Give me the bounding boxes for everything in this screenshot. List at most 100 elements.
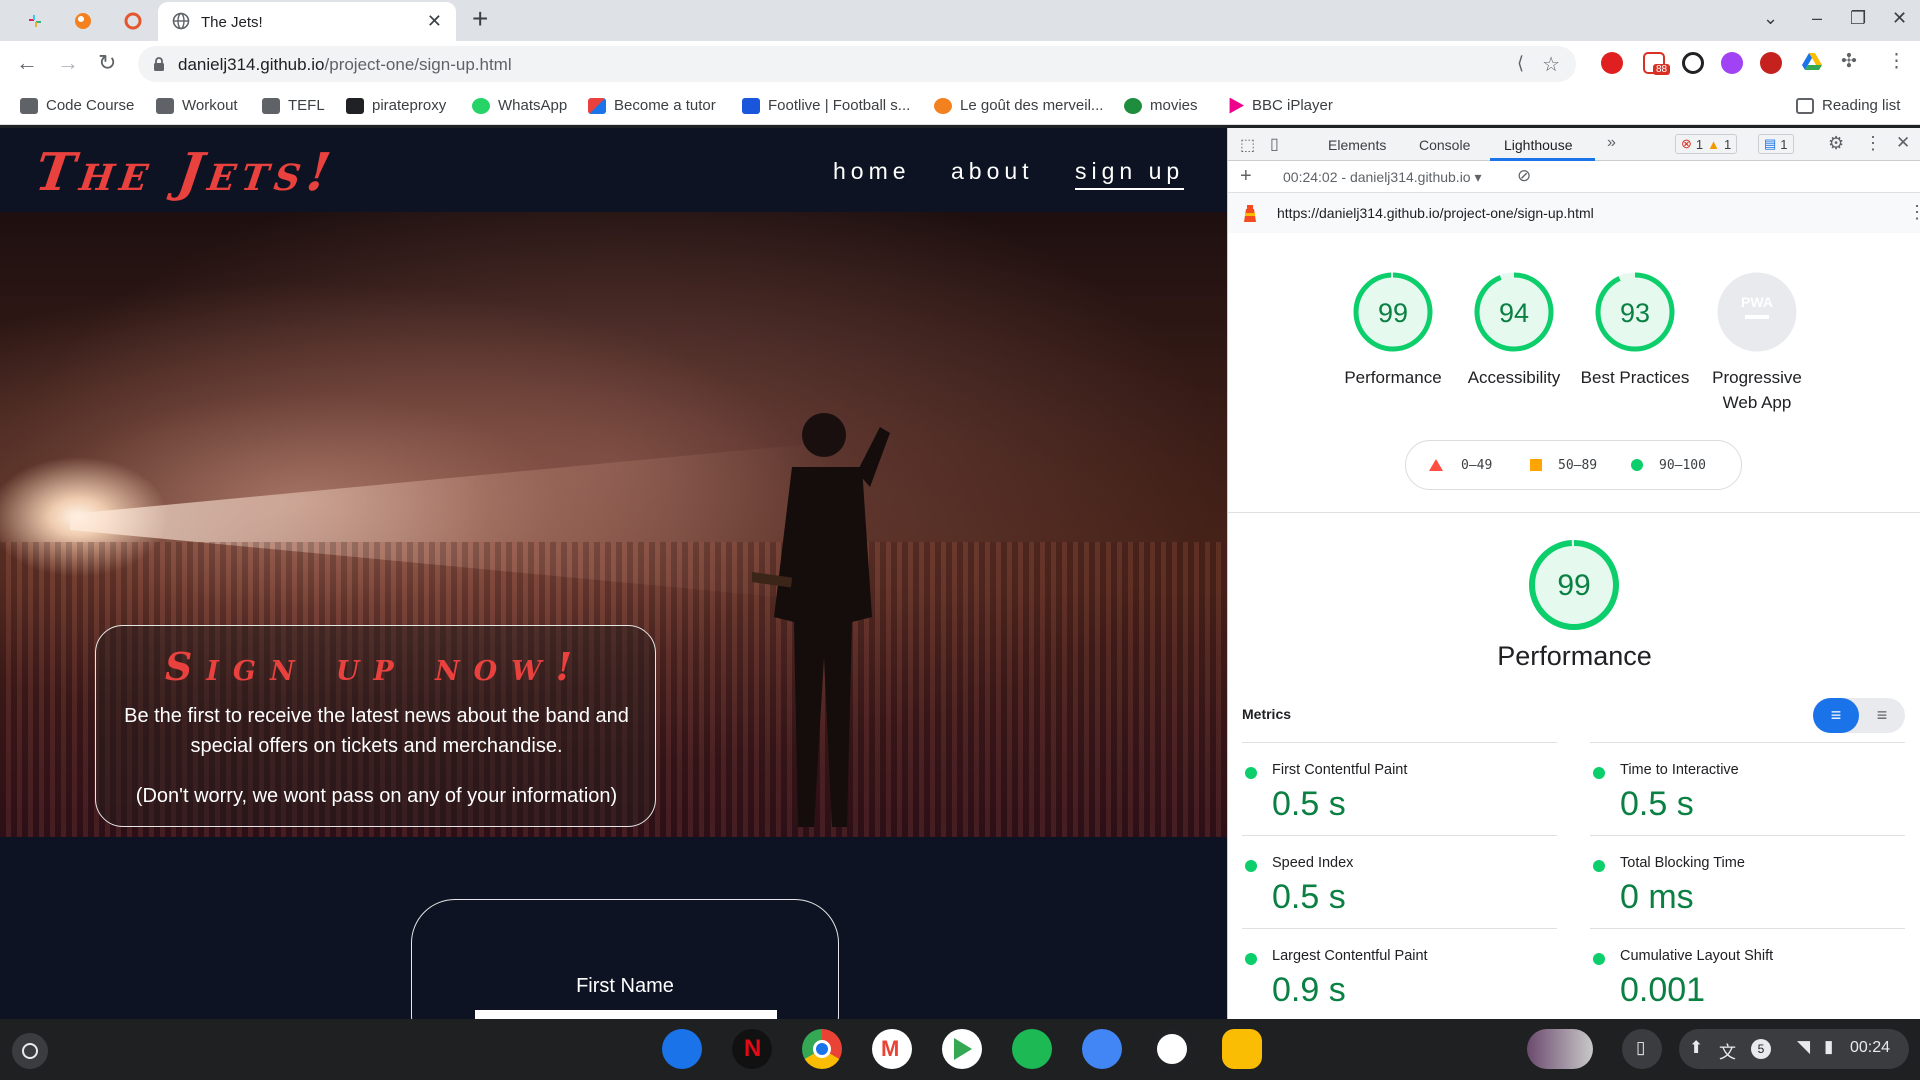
files-app-icon[interactable] <box>662 1029 702 1069</box>
bookmark-tefl[interactable]: TEFL <box>262 97 325 114</box>
language-reactor-icon[interactable] <box>1721 52 1743 74</box>
holding-space-tray[interactable] <box>1527 1029 1593 1069</box>
nav-home[interactable]: home <box>833 158 911 185</box>
bookmark-le-gout[interactable]: Le goût des merveil... <box>934 97 1103 114</box>
settings-gear-icon[interactable]: ⚙ <box>1828 133 1844 154</box>
report-selector[interactable]: 00:24:02 - danielj314.github.io ▾ <box>1283 169 1482 186</box>
google-translate-icon[interactable] <box>1082 1029 1122 1069</box>
bookmark-label: Become a tutor <box>614 97 716 114</box>
google-drive-icon[interactable] <box>1801 52 1823 74</box>
netflix-app-icon[interactable]: N <box>732 1029 772 1069</box>
pinned-tab-2[interactable] <box>68 6 98 35</box>
bookmark-movies[interactable]: movies <box>1124 97 1198 114</box>
gauge-ring: 94 <box>1474 272 1554 352</box>
restore-icon[interactable]: ❐ <box>1850 8 1866 29</box>
gmail-extension-icon[interactable]: 88 <box>1643 52 1671 75</box>
lighthouse-toolbar: + 00:24:02 - danielj314.github.io ▾ ⊘ <box>1228 161 1920 193</box>
tab-the-jets[interactable]: The Jets! ✕ <box>158 2 456 41</box>
report-menu-icon[interactable]: ⋮ <box>1908 202 1920 223</box>
site-logo[interactable]: The Jets! <box>32 142 340 203</box>
bookmark-bbc-iplayer[interactable]: BBC iPlayer <box>1226 97 1333 114</box>
issues-badge[interactable]: ⊗ 1 ▲ 1 <box>1675 134 1738 154</box>
pass-dot-icon <box>1593 860 1605 872</box>
inspect-element-icon[interactable]: ⬚ <box>1240 135 1255 155</box>
ring-extension-icon[interactable] <box>1682 52 1704 74</box>
tab-search-icon[interactable]: ⌄ <box>1763 8 1778 29</box>
nav-sign-up[interactable]: sign up <box>1075 158 1185 190</box>
gauge-ring: 99 <box>1353 272 1433 352</box>
pirate-icon <box>346 97 364 114</box>
more-tabs-icon[interactable]: » <box>1607 134 1616 152</box>
report-url[interactable]: https://danielj314.github.io/project-one… <box>1277 205 1594 221</box>
chrome-center <box>813 1040 831 1058</box>
score-gauge-3[interactable]: PWA <box>1716 271 1798 353</box>
bookmark-workout[interactable]: Workout <box>156 97 238 114</box>
bookmark-whatsapp[interactable]: WhatsApp <box>472 97 567 114</box>
launcher-button[interactable] <box>12 1033 48 1069</box>
bookmark-label: Workout <box>182 97 238 114</box>
messages-badge[interactable]: ▤ 1 <box>1758 134 1794 154</box>
score-gauge-0[interactable]: 99 <box>1352 271 1434 353</box>
score-gauge-2[interactable]: 93 <box>1594 271 1676 353</box>
folder-icon <box>262 97 280 114</box>
signup-privacy-note: (Don't worry, we wont pass on any of you… <box>135 785 618 807</box>
tab-elements[interactable]: Elements <box>1328 137 1386 153</box>
device-toolbar-icon[interactable]: ▯ <box>1270 134 1279 154</box>
upload-icon: ⬆ <box>1689 1038 1704 1057</box>
fail-triangle-icon <box>1429 459 1443 471</box>
reading-list-label: Reading list <box>1822 97 1901 114</box>
launcher-icon <box>22 1043 38 1059</box>
slack-pinned-tab[interactable] <box>20 6 50 35</box>
devtools-menu-icon[interactable]: ⋮ <box>1864 133 1882 154</box>
clear-reports-icon[interactable]: ⊘ <box>1517 166 1531 186</box>
first-name-input[interactable] <box>475 1010 777 1019</box>
tab-console[interactable]: Console <box>1419 137 1470 153</box>
notification-count: 5 <box>1751 1039 1771 1059</box>
bookmark-star-icon[interactable]: ☆ <box>1542 52 1560 77</box>
adblock-extension-icon[interactable] <box>1601 52 1623 74</box>
bookmark-label: TEFL <box>288 97 325 114</box>
play-triangle <box>954 1038 972 1060</box>
share-icon[interactable]: ⟨ <box>1517 53 1524 74</box>
new-report-plus-icon[interactable]: + <box>1240 165 1252 188</box>
score-gauge-label: Best Practices <box>1580 368 1690 387</box>
red-extension-icon[interactable] <box>1760 52 1782 74</box>
pass-dot-icon <box>1593 953 1605 965</box>
back-icon[interactable]: ← <box>16 50 38 76</box>
close-window-icon[interactable]: ✕ <box>1892 8 1907 29</box>
new-tab-button[interactable]: + <box>472 5 488 33</box>
spotify-app-icon[interactable] <box>1012 1029 1052 1069</box>
bookmark-label: pirateproxy <box>372 97 447 114</box>
minimize-icon[interactable]: – <box>1812 8 1822 29</box>
play-store-icon[interactable] <box>942 1029 982 1069</box>
expanded-view-icon[interactable]: ≡ <box>1859 698 1905 733</box>
pinned-tab-3[interactable] <box>118 6 148 35</box>
bookmark-pirateproxy[interactable]: pirateproxy <box>346 97 446 114</box>
address-bar[interactable]: danielj314.github.io/project-one/sign-up… <box>138 46 1576 82</box>
score-gauge-1[interactable]: 94 <box>1473 271 1555 353</box>
forward-icon[interactable]: → <box>57 50 79 76</box>
tab-lighthouse[interactable]: Lighthouse <box>1504 137 1573 153</box>
gmail-app-icon[interactable]: M <box>872 1029 912 1069</box>
extensions-puzzle-icon[interactable]: ✣ <box>1841 50 1857 73</box>
reading-list-button[interactable]: Reading list <box>1796 97 1900 114</box>
bookmark-label: Footlive | Football s... <box>768 97 911 114</box>
metric-item: Time to Interactive 0.5 s <box>1590 742 1905 835</box>
chrome-menu-icon[interactable]: ⋮ <box>1887 50 1906 73</box>
chrome-app-icon[interactable] <box>802 1029 842 1069</box>
reload-icon[interactable]: ↻ <box>98 50 116 76</box>
bookmark-become-a-tutor[interactable]: Become a tutor <box>588 97 716 114</box>
close-devtools-icon[interactable]: ✕ <box>1896 133 1910 153</box>
nav-about[interactable]: about <box>951 158 1034 185</box>
swirl-app-icon[interactable] <box>1152 1029 1192 1069</box>
keep-app-icon[interactable] <box>1222 1029 1262 1069</box>
phone-hub-icon[interactable]: ▯ <box>1622 1029 1662 1069</box>
compact-view-icon[interactable]: ≡ <box>1813 698 1859 733</box>
reading-list-icon <box>1796 97 1814 114</box>
section-title: Performance <box>1497 641 1652 671</box>
pass-dot-icon <box>1245 767 1257 779</box>
close-tab-icon[interactable]: ✕ <box>427 11 442 32</box>
status-tray[interactable]: ⬆ 文 5 ◥ ▮ 00:24 <box>1679 1029 1909 1069</box>
bookmark-code-course[interactable]: Code Course <box>20 97 134 114</box>
bookmark-footlive[interactable]: Footlive | Football s... <box>742 97 910 114</box>
